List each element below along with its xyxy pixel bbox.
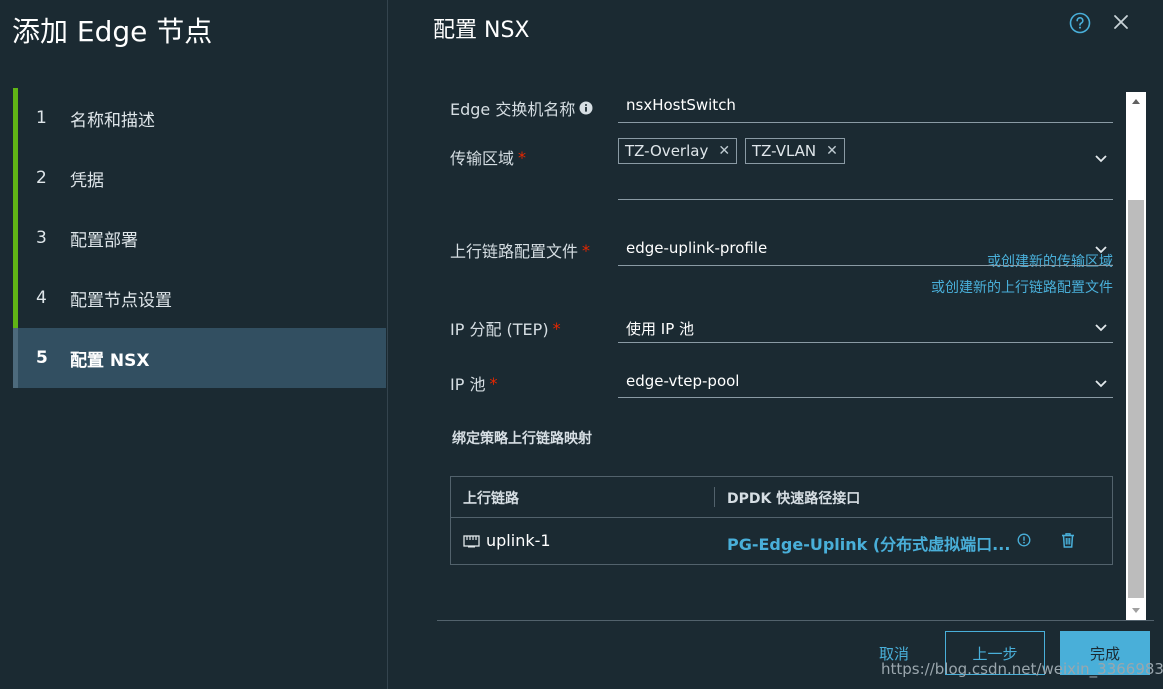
ip-pool-select[interactable]: edge-vtep-pool — [618, 362, 1113, 398]
step-credentials[interactable]: 2 凭据 — [13, 148, 386, 208]
chip-label: TZ-VLAN — [752, 142, 817, 160]
transport-zone-select[interactable]: TZ-Overlay ✕ TZ-VLAN ✕ — [618, 138, 1113, 200]
column-header-dpdk-interface: DPDK 快速路径接口 — [727, 491, 861, 507]
wizard-steps: 1 名称和描述 2 凭据 3 配置部署 4 配置节点设置 5 配置 NSX — [13, 88, 386, 388]
step-number: 1 — [36, 108, 47, 128]
transport-zone-label-text: 传输区域 — [450, 149, 515, 168]
info-icon[interactable] — [579, 101, 593, 115]
remove-chip-icon[interactable]: ✕ — [826, 143, 838, 159]
step-label: 配置 NSX — [70, 350, 150, 371]
chevron-down-icon[interactable] — [1093, 375, 1109, 391]
help-icon[interactable] — [1069, 12, 1091, 34]
content-panel: 配置 NSX Edge 交换机名称 nsxHostSwitch 传输区域 * T… — [389, 0, 1163, 689]
step-number: 2 — [36, 168, 47, 188]
ip-pool-label-text: IP 池 — [450, 375, 486, 394]
required-marker: * — [518, 147, 527, 167]
grid-header: 上行链路 DPDK 快速路径接口 — [451, 477, 1112, 518]
network-port-icon — [463, 534, 480, 547]
uplink-name: uplink-1 — [486, 531, 551, 550]
step-label: 配置节点设置 — [70, 290, 172, 311]
uplink-mapping-title: 绑定策略上行链路映射 — [452, 431, 592, 447]
switch-name-label: Edge 交换机名称 — [450, 96, 593, 120]
dpdk-interface-link[interactable]: PG-Edge-Uplink (分布式虚拟端口... — [727, 531, 1010, 555]
step-number: 3 — [36, 228, 47, 248]
step-name-description[interactable]: 1 名称和描述 — [13, 88, 386, 148]
ip-assignment-value: 使用 IP 池 — [626, 320, 695, 338]
switch-name-label-text: Edge 交换机名称 — [450, 100, 576, 119]
uplink-cell: uplink-1 — [463, 531, 551, 550]
scroll-up-arrow-icon[interactable] — [1126, 92, 1146, 112]
uplink-profile-label-text: 上行链路配置文件 — [450, 242, 579, 261]
panel-title: 配置 NSX — [433, 18, 530, 43]
close-icon[interactable] — [1111, 12, 1131, 32]
column-header-uplink: 上行链路 — [463, 491, 519, 507]
transport-zone-label: 传输区域 * — [450, 145, 526, 169]
footer-divider — [437, 620, 1154, 621]
step-configure-deployment[interactable]: 3 配置部署 — [13, 208, 386, 268]
form-scrollbar[interactable] — [1126, 92, 1146, 620]
chevron-down-icon[interactable] — [1093, 319, 1109, 335]
watermark: https://blog.csdn.net/weixin_33669839 — [881, 660, 1163, 678]
ip-assignment-label: IP 分配 (TEP) * — [450, 316, 561, 340]
trash-icon[interactable] — [1059, 531, 1077, 549]
chevron-down-icon[interactable] — [1093, 150, 1109, 166]
ip-assignment-label-text: IP 分配 (TEP) — [450, 320, 549, 339]
step-label: 凭据 — [70, 170, 104, 191]
step-number: 5 — [36, 348, 48, 368]
scrollbar-thumb[interactable] — [1128, 200, 1144, 598]
column-divider — [714, 487, 715, 507]
step-configure-nsx[interactable]: 5 配置 NSX — [13, 328, 386, 388]
chip-tz-vlan: TZ-VLAN ✕ — [745, 138, 845, 164]
ip-assignment-select[interactable]: 使用 IP 池 — [618, 306, 1113, 343]
step-label: 名称和描述 — [70, 110, 155, 131]
chevron-down-icon[interactable] — [1093, 241, 1109, 257]
step-label: 配置部署 — [70, 230, 138, 251]
remove-chip-icon[interactable]: ✕ — [718, 143, 730, 159]
required-marker: * — [582, 240, 591, 260]
table-row: uplink-1 PG-Edge-Uplink (分布式虚拟端口... — [451, 518, 1112, 564]
ip-pool-value: edge-vtep-pool — [626, 372, 740, 390]
step-number: 4 — [36, 288, 47, 308]
create-uplink-profile-link[interactable]: 或创建新的上行链路配置文件 — [931, 277, 1113, 297]
uplink-mapping-grid: 上行链路 DPDK 快速路径接口 uplink-1 PG-Edge-Uplink… — [450, 476, 1113, 565]
ip-assignment-row: IP 分配 (TEP) * 使用 IP 池 — [450, 306, 1116, 346]
transport-zone-row: 传输区域 * TZ-Overlay ✕ TZ-VLAN ✕ 或创建新的传输区域 — [450, 136, 1116, 270]
scroll-down-arrow-icon[interactable] — [1126, 600, 1146, 620]
required-marker: * — [552, 318, 561, 338]
uplink-profile-row: 上行链路配置文件 * edge-uplink-profile — [450, 228, 1116, 268]
step-node-settings[interactable]: 4 配置节点设置 — [13, 268, 386, 328]
wizard-sidebar: 添加 Edge 节点 1 名称和描述 2 凭据 3 配置部署 4 配置节点设置 … — [0, 0, 388, 689]
uplink-profile-value: edge-uplink-profile — [626, 239, 768, 257]
uplink-profile-label: 上行链路配置文件 * — [450, 238, 590, 262]
chip-tz-overlay: TZ-Overlay ✕ — [618, 138, 738, 164]
chip-label: TZ-Overlay — [625, 142, 709, 160]
ip-pool-row: IP 池 * edge-vtep-pool — [450, 362, 1116, 402]
switch-name-field[interactable]: nsxHostSwitch — [618, 86, 1113, 123]
switch-name-value: nsxHostSwitch — [626, 96, 736, 114]
ip-pool-label: IP 池 * — [450, 371, 497, 395]
uplink-profile-select[interactable]: edge-uplink-profile — [618, 228, 1113, 266]
required-marker: * — [489, 373, 498, 393]
wizard-title: 添加 Edge 节点 — [12, 15, 213, 48]
switch-name-row: Edge 交换机名称 nsxHostSwitch — [450, 86, 1116, 126]
info-icon[interactable] — [1017, 533, 1031, 547]
